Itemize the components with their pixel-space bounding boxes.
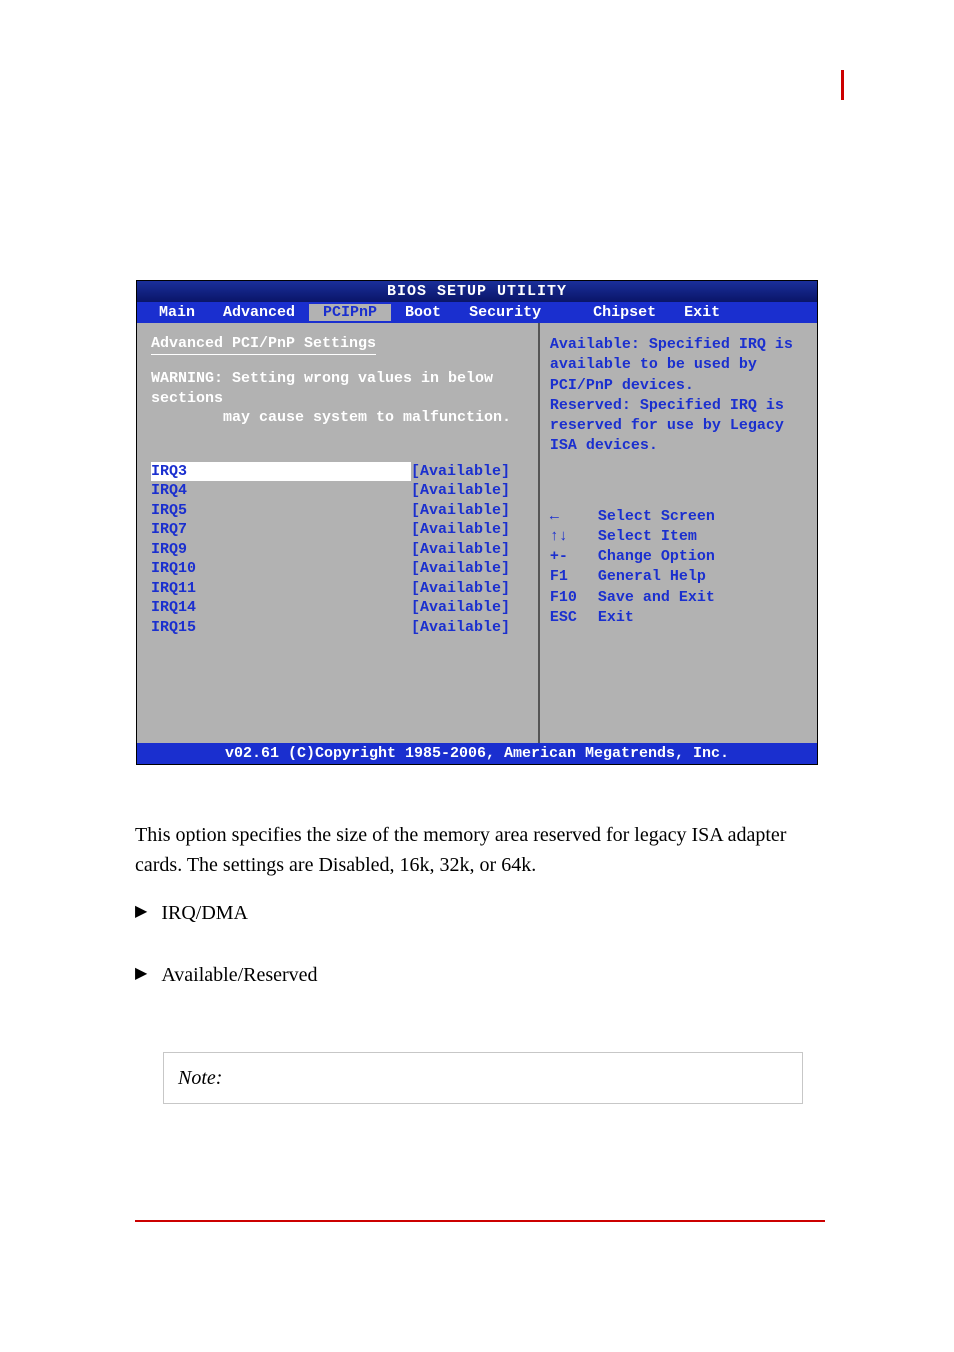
irq-row[interactable]: IRQ5[Available]: [151, 501, 524, 521]
note-block: Note:: [163, 1052, 803, 1104]
nav-row: ↑↓Select Item: [550, 527, 807, 547]
irq-label: IRQ5: [151, 501, 411, 521]
warning-text: WARNING: Setting wrong values in below s…: [151, 369, 524, 428]
irq-label: IRQ10: [151, 559, 411, 579]
nav-row: F10Save and Exit: [550, 588, 807, 608]
nav-action: General Help: [598, 567, 706, 587]
paragraph: This option specifies the size of the me…: [135, 820, 815, 880]
bullet-item: ▶ Available/Reserved: [135, 960, 815, 990]
irq-value: [Available]: [411, 579, 510, 599]
irq-value: [Available]: [411, 501, 510, 521]
bios-footer: v02.61 (C)Copyright 1985-2006, American …: [137, 743, 817, 764]
menu-exit[interactable]: Exit: [670, 304, 734, 321]
nav-key: ESC: [550, 608, 598, 628]
nav-row: ESCExit: [550, 608, 807, 628]
nav-key: ↑↓: [550, 527, 598, 547]
irq-value: [Available]: [411, 520, 510, 540]
page-edge-marker: [841, 70, 844, 100]
irq-value: [Available]: [411, 618, 510, 638]
triangle-icon: ▶: [135, 898, 147, 926]
nav-key: ←: [550, 507, 598, 527]
irq-row[interactable]: IRQ7[Available]: [151, 520, 524, 540]
irq-row[interactable]: IRQ11[Available]: [151, 579, 524, 599]
help-text: Available: Specified IRQ is available to…: [550, 335, 807, 457]
footer-rule: [135, 1220, 825, 1222]
nav-key: +-: [550, 547, 598, 567]
irq-label: IRQ9: [151, 540, 411, 560]
bios-left-pane: Advanced PCI/PnP Settings WARNING: Setti…: [137, 323, 540, 743]
irq-label: IRQ7: [151, 520, 411, 540]
nav-row: F1General Help: [550, 567, 807, 587]
irq-label: IRQ4: [151, 481, 411, 501]
irq-label: IRQ3: [151, 462, 411, 482]
nav-row: ←Select Screen: [550, 507, 807, 527]
warning-line1: WARNING: Setting wrong values in below s…: [151, 370, 493, 407]
note-label: Note:: [178, 1067, 222, 1089]
irq-row[interactable]: IRQ15[Available]: [151, 618, 524, 638]
irq-row[interactable]: IRQ4[Available]: [151, 481, 524, 501]
menu-security[interactable]: Security: [455, 304, 555, 321]
triangle-icon: ▶: [135, 960, 147, 988]
menu-chipset[interactable]: Chipset: [579, 304, 670, 321]
menu-advanced[interactable]: Advanced: [209, 304, 309, 321]
nav-row: +-Change Option: [550, 547, 807, 567]
nav-key: F1: [550, 567, 598, 587]
bios-right-pane: Available: Specified IRQ is available to…: [540, 323, 817, 743]
nav-action: Change Option: [598, 547, 715, 567]
bios-menubar: Main Advanced PCIPnP Boot Security Chips…: [137, 302, 817, 323]
bullet-heading: Available/Reserved: [161, 960, 317, 990]
irq-value: [Available]: [411, 481, 510, 501]
section-title: Advanced PCI/PnP Settings: [151, 335, 376, 355]
irq-label: IRQ15: [151, 618, 411, 638]
menu-pcipnp[interactable]: PCIPnP: [309, 304, 391, 321]
nav-action: Select Item: [598, 527, 697, 547]
irq-label: IRQ14: [151, 598, 411, 618]
bullet-heading: IRQ/DMA: [161, 898, 248, 928]
irq-row[interactable]: IRQ14[Available]: [151, 598, 524, 618]
irq-row[interactable]: IRQ3[Available]: [151, 462, 524, 482]
warning-line2: may cause system to malfunction.: [223, 409, 511, 426]
irq-value: [Available]: [411, 559, 510, 579]
irq-value: [Available]: [411, 540, 510, 560]
menu-boot[interactable]: Boot: [391, 304, 455, 321]
nav-action: Save and Exit: [598, 588, 715, 608]
nav-action: Select Screen: [598, 507, 715, 527]
irq-label: IRQ11: [151, 579, 411, 599]
nav-action: Exit: [598, 608, 634, 628]
irq-row[interactable]: IRQ9[Available]: [151, 540, 524, 560]
menu-main[interactable]: Main: [145, 304, 209, 321]
irq-row[interactable]: IRQ10[Available]: [151, 559, 524, 579]
bios-title: BIOS SETUP UTILITY: [137, 281, 817, 302]
bullet-item: ▶ IRQ/DMA: [135, 898, 815, 928]
irq-value: [Available]: [411, 598, 510, 618]
bios-window: BIOS SETUP UTILITY Main Advanced PCIPnP …: [136, 280, 818, 765]
nav-key: F10: [550, 588, 598, 608]
irq-value: [Available]: [411, 462, 510, 482]
